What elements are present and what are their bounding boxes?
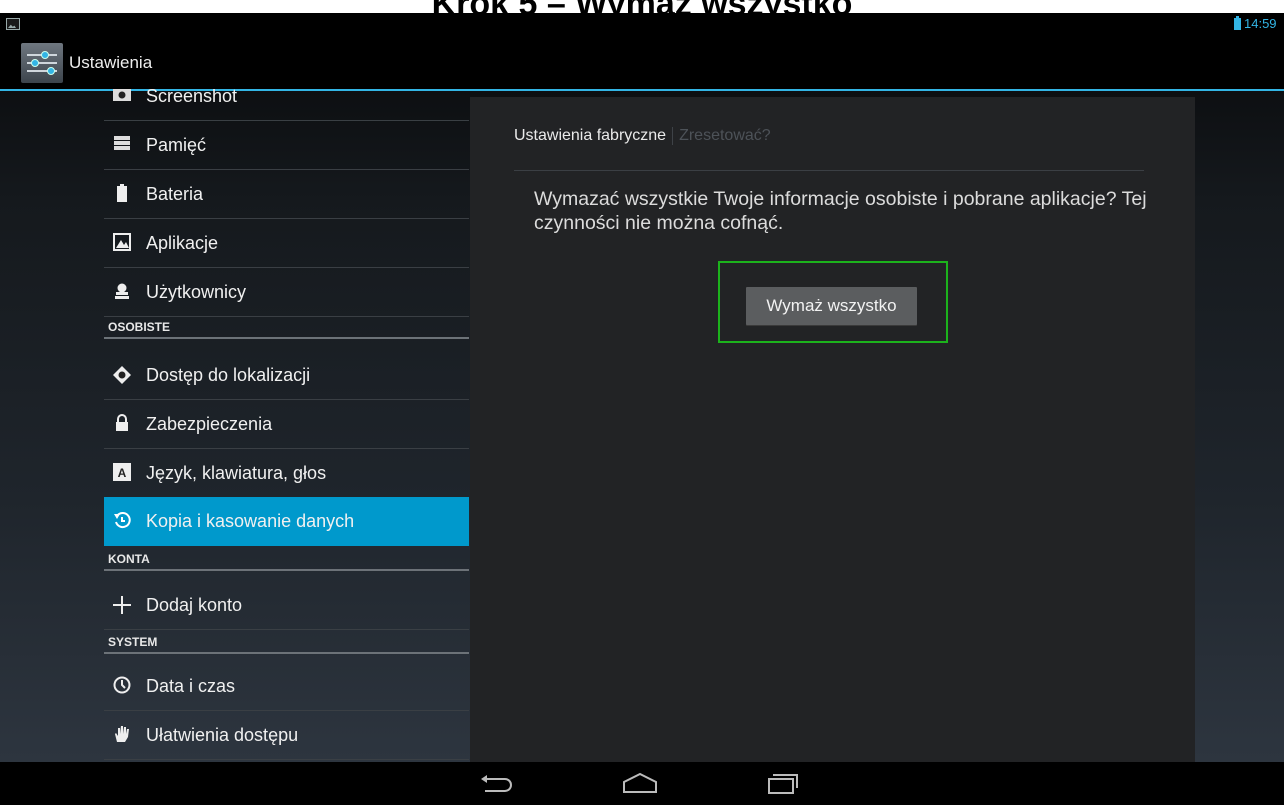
home-icon[interactable] bbox=[620, 770, 660, 796]
language-icon: A bbox=[112, 463, 132, 483]
apps-icon bbox=[112, 233, 132, 253]
reset-warning-text: Wymazać wszystkie Twoje informacje osobi… bbox=[534, 188, 1147, 234]
section-header-accounts: KONTA bbox=[104, 549, 469, 571]
navigation-bar bbox=[0, 762, 1284, 805]
status-time: 14:59 bbox=[1244, 16, 1277, 31]
settings-item-add-account[interactable]: Dodaj konto bbox=[104, 581, 469, 630]
settings-item-storage[interactable]: Pamięć bbox=[104, 121, 469, 170]
location-icon bbox=[112, 365, 132, 385]
settings-item-label: Pamięć bbox=[146, 135, 207, 155]
settings-app-icon[interactable] bbox=[21, 43, 63, 83]
lock-icon bbox=[112, 414, 132, 434]
accessibility-icon bbox=[112, 725, 132, 745]
settings-item-battery[interactable]: Bateria bbox=[104, 170, 469, 219]
settings-item-location[interactable]: Dostęp do lokalizacji bbox=[104, 351, 469, 400]
settings-item-screenshot[interactable]: Screenshot bbox=[104, 89, 469, 121]
section-header-system: SYSTEM bbox=[104, 632, 469, 654]
screenshot-notification-icon bbox=[6, 18, 20, 30]
breadcrumb-parent[interactable]: Ustawienia fabryczne bbox=[514, 127, 666, 144]
battery-icon bbox=[112, 184, 132, 204]
battery-status-icon bbox=[1234, 16, 1241, 30]
settings-item-label: Użytkownicy bbox=[146, 282, 247, 302]
settings-item-label: Aplikacje bbox=[146, 233, 219, 253]
settings-item-backup-reset[interactable]: Kopia i kasowanie danych bbox=[104, 497, 469, 546]
settings-item-label: Zabezpieczenia bbox=[146, 414, 273, 434]
camera-icon bbox=[112, 89, 132, 106]
settings-item-apps[interactable]: Aplikacje bbox=[104, 219, 469, 268]
recent-apps-icon[interactable] bbox=[763, 770, 803, 796]
settings-item-label: Screenshot bbox=[146, 89, 238, 106]
section-header-personal: OSOBISTE bbox=[104, 317, 469, 339]
breadcrumb: Ustawienia fabryczne Zresetować? bbox=[514, 127, 771, 145]
settings-item-label: Ułatwienia dostępu bbox=[146, 725, 299, 745]
settings-item-language[interactable]: A Język, klawiatura, głos bbox=[104, 449, 469, 498]
erase-everything-button[interactable]: Wymaż wszystko bbox=[746, 287, 917, 325]
divider bbox=[514, 170, 1144, 171]
settings-item-accessibility[interactable]: Ułatwienia dostępu bbox=[104, 711, 469, 760]
settings-item-security[interactable]: Zabezpieczenia bbox=[104, 400, 469, 449]
settings-item-label: Data i czas bbox=[146, 676, 236, 696]
backup-icon bbox=[112, 511, 132, 531]
users-icon bbox=[112, 282, 132, 302]
tutorial-title: Krok 5 – Wymaż wszystko bbox=[0, 0, 1284, 13]
settings-item-label: Kopia i kasowanie danych bbox=[146, 511, 355, 531]
status-bar: 14:59 bbox=[0, 13, 1284, 37]
settings-item-label: Bateria bbox=[146, 184, 204, 204]
clock-icon bbox=[112, 676, 132, 696]
detail-panel: Ustawienia fabryczne Zresetować? Wymazać … bbox=[470, 97, 1195, 762]
android-screen: Krok 5 – Wymaż wszystko 14:59 Ustawienia… bbox=[0, 0, 1284, 805]
back-icon[interactable] bbox=[477, 770, 517, 796]
settings-item-label: Dodaj konto bbox=[146, 595, 243, 615]
storage-icon bbox=[112, 135, 132, 155]
action-bar: Ustawienia bbox=[0, 37, 1284, 91]
add-icon bbox=[112, 595, 132, 615]
settings-item-users[interactable]: Użytkownicy bbox=[104, 268, 469, 317]
app-title: Ustawienia bbox=[69, 53, 153, 72]
settings-list[interactable]: Screenshot Pamięć Bateria Aplikacje Użyt… bbox=[104, 89, 469, 762]
svg-text:A: A bbox=[118, 466, 127, 480]
settings-item-label: Język, klawiatura, głos bbox=[146, 463, 327, 483]
breadcrumb-current: Zresetować? bbox=[679, 127, 771, 145]
settings-item-label: Dostęp do lokalizacji bbox=[146, 365, 311, 385]
settings-item-date-time[interactable]: Data i czas bbox=[104, 662, 469, 711]
